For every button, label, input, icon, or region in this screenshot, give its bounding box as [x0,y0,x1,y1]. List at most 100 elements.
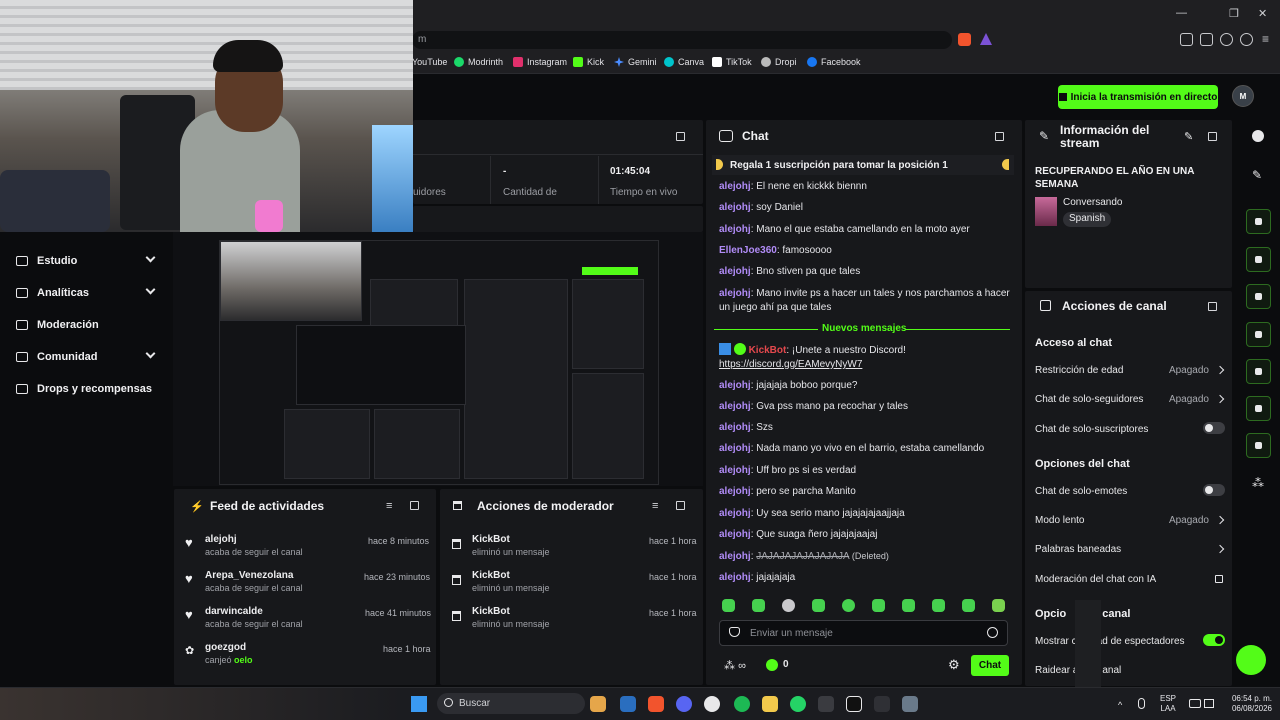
address-bar[interactable]: m [412,31,952,49]
avatar[interactable]: M [1232,85,1254,107]
quick-action-broadcast[interactable] [1246,359,1271,384]
bookmark-tiktok[interactable]: TikTok [712,57,752,67]
emote-icon[interactable] [902,599,915,612]
followers-only-row[interactable]: Chat de solo-seguidores Apagado [1035,394,1225,408]
popout-icon[interactable] [1208,132,1217,141]
points-icon[interactable] [766,659,778,671]
microphone-icon[interactable] [1138,698,1145,709]
close-icon[interactable]: ✕ [1258,7,1267,20]
banned-words-row[interactable]: Palabras baneadas [1035,544,1225,558]
wifi-icon[interactable] [1189,699,1201,708]
emote-icon[interactable] [932,599,945,612]
volume-icon[interactable] [1204,699,1214,708]
sidebar-item-estudio[interactable]: Estudio [16,251,164,271]
quick-action-tools[interactable] [1246,433,1271,458]
gear-icon[interactable]: ⚙ [948,658,960,671]
menu-icon[interactable]: ≡ [1262,33,1274,45]
subs-only-toggle[interactable] [1203,422,1225,434]
support-icon[interactable] [1236,645,1266,675]
chat-username[interactable]: alejohj [719,465,751,476]
mail-icon[interactable] [818,696,834,712]
openai-icon[interactable] [704,696,720,712]
windows-start-icon[interactable] [411,696,427,712]
taskbar-app-icon[interactable] [590,696,606,712]
vpn-icon[interactable] [1240,33,1253,46]
chat-username[interactable]: alejohj [719,486,751,497]
chat-username[interactable]: KickBot [749,345,787,356]
game-icon[interactable] [902,696,918,712]
leo-icon[interactable] [1220,33,1233,46]
pinned-gift-banner[interactable]: Regala 1 suscripción para tomar la posic… [712,155,1014,175]
chat-username[interactable]: alejohj [719,508,751,519]
chat-username[interactable]: alejohj [719,266,751,277]
chat-send-button[interactable]: Chat [971,655,1009,676]
language-indicator[interactable]: ESP LAA [1160,694,1176,714]
sidebar-item-analiticas[interactable]: Analíticas [16,283,164,303]
emote-icon[interactable] [752,599,765,612]
taskbar-search[interactable]: Buscar [437,693,585,714]
emote-icon[interactable] [782,599,795,612]
bookmark-gemini[interactable]: Gemini [614,57,657,67]
chat-username[interactable]: alejohj [719,443,751,454]
bookmark-instagram[interactable]: Instagram [513,57,567,67]
brave-shield-icon[interactable] [958,33,971,46]
chat-username[interactable]: alejohj [719,422,751,433]
emote-icon[interactable] [722,599,735,612]
spotify-icon[interactable] [734,696,750,712]
show-viewers-toggle[interactable] [1203,634,1225,646]
wallet-icon[interactable] [1200,33,1213,46]
bookmark-kick[interactable]: Kick [573,57,604,67]
quick-action-clip[interactable] [1246,209,1271,234]
sidebar-item-moderacion[interactable]: Moderación [16,315,164,335]
info-icon[interactable] [1252,130,1264,142]
discord-link[interactable]: https://discord.gg/EAMevyNyW7 [719,359,862,370]
emote-icon[interactable] [842,599,855,612]
emote-icon[interactable] [812,599,825,612]
discord-icon[interactable] [676,696,692,712]
sidebar-item-comunidad[interactable]: Comunidad [16,347,164,367]
chat-bar-icons[interactable]: ⁂ ∞ [724,659,746,672]
bookmark-modrinth[interactable]: Modrinth [454,57,503,67]
slow-mode-row[interactable]: Modo lento Apagado [1035,515,1225,529]
chat-username[interactable]: alejohj [719,551,751,562]
quick-action-chat[interactable] [1246,322,1271,347]
chat-username[interactable]: alejohj [719,380,751,391]
brave-icon[interactable] [648,696,664,712]
taskbar-clock[interactable]: 06:54 p. m. 06/08/2026 [1222,694,1272,714]
steam-icon[interactable] [620,696,636,712]
emoji-icon[interactable] [987,627,998,638]
chat-username[interactable]: alejohj [719,288,751,299]
tiktok-icon[interactable] [846,696,862,712]
edit-icon[interactable]: ✎ [1252,168,1262,182]
filter-icon[interactable]: ≡ [386,500,392,512]
community-icon[interactable]: ⁂ [1252,476,1264,490]
quick-action-bolt[interactable] [1246,247,1271,272]
popout-icon[interactable] [410,501,419,510]
folder-icon[interactable] [762,696,778,712]
ai-moderation-row[interactable]: Moderación del chat con IA [1035,574,1225,588]
maximize-icon[interactable]: ❐ [1229,7,1239,20]
chat-username[interactable]: alejohj [719,224,751,235]
chat-username[interactable]: alejohj [719,202,751,213]
bookmark-facebook[interactable]: Facebook [807,57,861,67]
quick-action-notes[interactable] [1246,284,1271,309]
popout-icon[interactable] [995,132,1004,141]
quick-action-layout[interactable] [1246,396,1271,421]
minimize-icon[interactable]: — [1176,7,1187,19]
chat-username[interactable]: EllenJoe360 [719,245,777,256]
chat-username[interactable]: alejohj [719,572,751,583]
bookmark-youtube[interactable]: YouTube [412,57,447,67]
popout-icon[interactable] [676,132,685,141]
bookmark-canva[interactable]: Canva [664,57,704,67]
chat-username[interactable]: alejohj [719,181,751,192]
chat-username[interactable]: alejohj [719,401,751,412]
sidebar-item-drops[interactable]: Drops y recompensas [16,379,164,399]
filter-icon[interactable]: ≡ [652,500,658,512]
epic-games-icon[interactable] [874,696,890,712]
chat-message-input[interactable]: Enviar un mensaje [719,620,1008,646]
emotes-only-toggle[interactable] [1203,484,1225,496]
raid-row[interactable]: Raidear a anal [1035,665,1225,679]
emote-icon[interactable] [872,599,885,612]
chat-username[interactable]: alejohj [719,529,751,540]
go-live-button[interactable]: Inicia la transmisión en directo [1058,85,1218,109]
